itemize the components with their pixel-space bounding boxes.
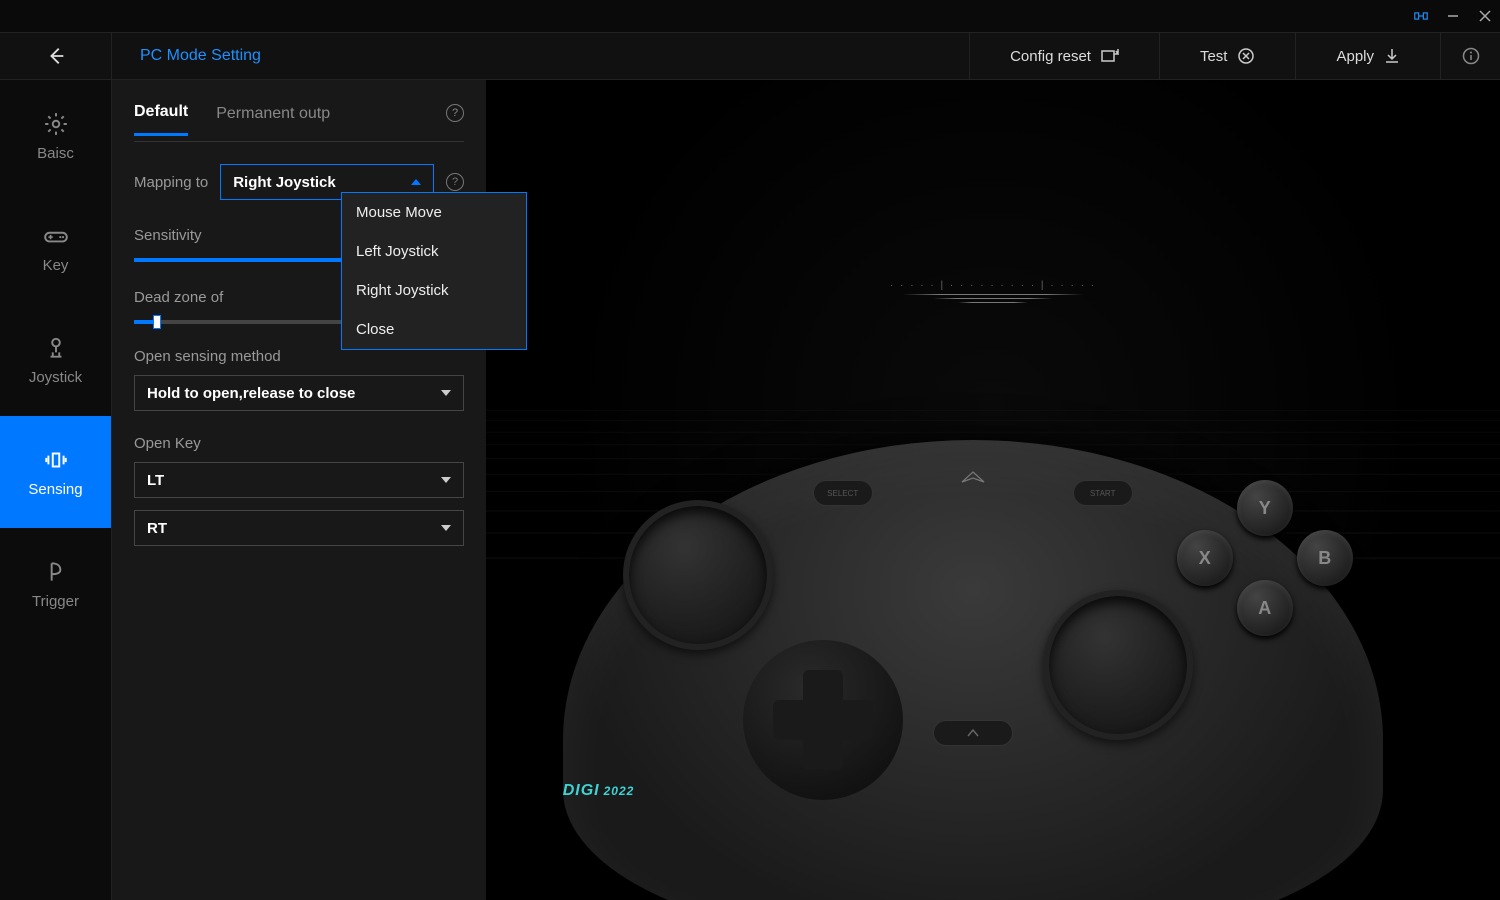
open-key-1-value: LT (147, 472, 164, 489)
page-title: PC Mode Setting (112, 47, 969, 65)
header-bar: PC Mode Setting Config reset Test Apply (0, 32, 1500, 80)
reset-icon (1101, 48, 1119, 64)
sidebar-item-key[interactable]: Key (0, 192, 111, 304)
close-icon[interactable] (1478, 9, 1492, 23)
sidebar-item-trigger[interactable]: Trigger (0, 528, 111, 640)
tab-default[interactable]: Default (134, 103, 188, 136)
y-button-graphic: Y (1237, 480, 1293, 536)
trigger-icon (43, 559, 69, 585)
controller-preview: · · · · · | · · · · · · · · · | · · · · … (486, 80, 1500, 900)
back-button[interactable] (0, 33, 112, 79)
controller-logo-icon (958, 470, 988, 494)
settings-panel: Default Permanent outp ? Mapping to Righ… (112, 80, 486, 900)
sidebar-label: Sensing (28, 481, 82, 498)
open-key-2-select[interactable]: RT (134, 510, 464, 546)
caret-down-icon (441, 477, 451, 483)
joystick-icon (43, 335, 69, 361)
sidebar-label: Baisc (37, 145, 74, 162)
caret-up-icon (411, 179, 421, 185)
open-key-label: Open Key (134, 435, 464, 452)
x-button-graphic: X (1177, 530, 1233, 586)
test-label: Test (1200, 48, 1228, 65)
left-stick-graphic (623, 500, 773, 650)
sensitivity-label: Sensitivity (134, 227, 202, 244)
open-key-1-select[interactable]: LT (134, 462, 464, 498)
gamepad-icon (43, 223, 69, 249)
open-key-2-value: RT (147, 520, 167, 537)
b-button-graphic: B (1297, 530, 1353, 586)
tab-bar: Default Permanent outp ? (134, 98, 464, 142)
sidebar-item-sensing[interactable]: Sensing (0, 416, 111, 528)
dpad-graphic (743, 640, 903, 800)
caret-down-icon (441, 525, 451, 531)
config-reset-button[interactable]: Config reset (969, 33, 1159, 79)
dock-icon[interactable] (1414, 9, 1428, 23)
start-button-graphic: START (1073, 480, 1133, 506)
test-icon (1237, 47, 1255, 65)
sidebar: Baisc Key Joystick Sensing Trigger (0, 80, 112, 900)
mapping-dropdown: Mouse Move Left Joystick Right Joystick … (341, 192, 527, 350)
mapping-label: Mapping to (134, 174, 208, 191)
select-button-graphic: SELECT (813, 480, 873, 506)
info-icon (1462, 47, 1480, 65)
sidebar-label: Joystick (29, 369, 82, 386)
controller-graphic: Y X B A SELECT START DIGI2022 (563, 440, 1383, 900)
sensing-icon (43, 447, 69, 473)
info-button[interactable] (1440, 33, 1500, 79)
apply-button[interactable]: Apply (1295, 33, 1440, 79)
mapping-option[interactable]: Mouse Move (342, 193, 526, 232)
mapping-option[interactable]: Close (342, 310, 526, 349)
reticle-graphic: · · · · · | · · · · · · · · · | · · · · … (890, 280, 1096, 306)
caret-down-icon (441, 390, 451, 396)
window-titlebar (0, 0, 1500, 32)
sidebar-item-joystick[interactable]: Joystick (0, 304, 111, 416)
minimize-icon[interactable] (1446, 9, 1460, 23)
apply-label: Apply (1336, 48, 1374, 65)
tab-permanent[interactable]: Permanent outp (216, 105, 330, 135)
sidebar-item-basic[interactable]: Baisc (0, 80, 111, 192)
sensing-method-select[interactable]: Hold to open,release to close (134, 375, 464, 411)
download-icon (1384, 48, 1400, 64)
home-button-graphic (933, 720, 1013, 746)
controller-brand: DIGI2022 (563, 780, 635, 800)
sensing-method-value: Hold to open,release to close (147, 385, 355, 402)
deadzone-label: Dead zone of (134, 289, 223, 306)
a-button-graphic: A (1237, 580, 1293, 636)
mapping-option[interactable]: Right Joystick (342, 271, 526, 310)
slider-thumb[interactable] (153, 315, 161, 329)
test-button[interactable]: Test (1159, 33, 1296, 79)
sidebar-label: Key (43, 257, 69, 274)
right-stick-graphic (1043, 590, 1193, 740)
mapping-option[interactable]: Left Joystick (342, 232, 526, 271)
sensing-method-label: Open sensing method (134, 348, 464, 365)
gear-icon (43, 111, 69, 137)
help-icon[interactable]: ? (446, 173, 464, 191)
sidebar-label: Trigger (32, 593, 79, 610)
help-icon[interactable]: ? (446, 104, 464, 122)
mapping-value: Right Joystick (233, 174, 336, 191)
config-reset-label: Config reset (1010, 48, 1091, 65)
